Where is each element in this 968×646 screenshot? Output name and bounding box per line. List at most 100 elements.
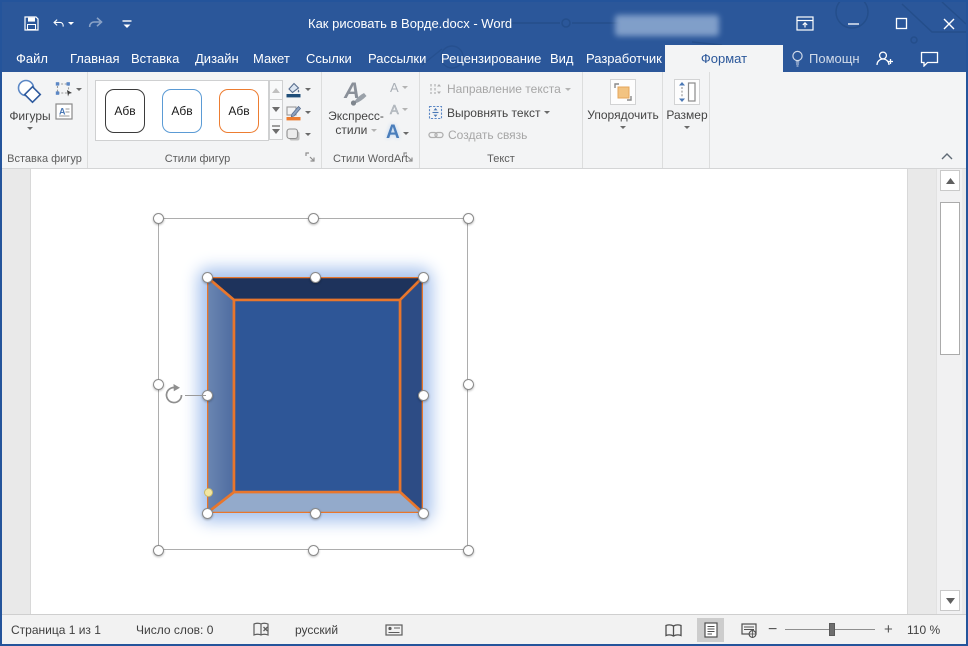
vertical-scrollbar[interactable]: [936, 169, 962, 614]
group-label-text: Текст: [487, 153, 515, 165]
edit-shape-button[interactable]: [55, 81, 82, 97]
print-layout-icon[interactable]: [697, 618, 724, 642]
shape-handle-bottom-right[interactable]: [418, 508, 429, 519]
tab-mailings[interactable]: Рассылки: [368, 45, 426, 72]
redo-icon[interactable]: [84, 13, 106, 35]
customize-qat-icon[interactable]: [116, 13, 138, 35]
arrange-caret: [620, 126, 626, 129]
read-mode-icon[interactable]: [660, 618, 687, 642]
selected-bevel-shape[interactable]: [207, 277, 423, 513]
shape-handle-top-mid[interactable]: [310, 272, 321, 283]
shape-style-gallery: Абв Абв Абв: [95, 80, 269, 141]
create-link-button[interactable]: Создать связь: [428, 128, 527, 142]
tab-developer[interactable]: Разработчик: [586, 45, 662, 72]
text-outline-caret: [401, 108, 408, 111]
ribbon-display-options-icon[interactable]: [794, 13, 816, 35]
maximize-icon[interactable]: [890, 13, 912, 35]
text-fill-caret: [401, 86, 408, 89]
collapse-ribbon-icon[interactable]: [940, 150, 954, 164]
text-outline-button[interactable]: A: [390, 102, 408, 117]
web-layout-icon[interactable]: [735, 618, 762, 642]
canvas-handle-mid-right[interactable]: [463, 379, 474, 390]
text-direction-caret: [564, 87, 571, 91]
canvas-handle-bottom-left[interactable]: [153, 545, 164, 556]
undo-icon[interactable]: [52, 13, 74, 35]
canvas-handle-bottom-right[interactable]: [463, 545, 474, 556]
page-indicator[interactable]: Страница 1 из 1: [11, 615, 101, 644]
rotation-handle-icon[interactable]: [161, 382, 187, 408]
shapes-button[interactable]: Фигуры: [8, 78, 52, 130]
shape-outline-button[interactable]: [285, 104, 311, 121]
tab-insert[interactable]: Вставка: [131, 45, 179, 72]
tab-view[interactable]: Вид: [550, 45, 574, 72]
group-wordart-styles: А Экспресс- стили A A А Стили WordArt: [322, 72, 420, 168]
rotation-handle-line: [185, 395, 206, 396]
text-direction-icon: [430, 84, 441, 94]
shape-handle-top-right[interactable]: [418, 272, 429, 283]
text-fill-button[interactable]: A: [390, 80, 408, 95]
shape-fill-button[interactable]: [285, 81, 311, 98]
shape-handle-mid-right[interactable]: [418, 390, 429, 401]
link-icon: [428, 131, 444, 139]
gallery-scroll: [269, 80, 283, 140]
gallery-scroll-down-icon[interactable]: [269, 100, 283, 120]
close-icon[interactable]: [938, 13, 960, 35]
quick-styles-button[interactable]: А Экспресс- стили: [328, 78, 384, 137]
shapes-icon: [17, 79, 42, 104]
text-direction-label: Направление текста: [447, 82, 561, 96]
text-direction-button[interactable]: Направление текста: [428, 82, 571, 96]
undo-dropdown-caret[interactable]: [68, 22, 74, 25]
zoom-in-button[interactable]: +: [884, 615, 893, 644]
tab-references[interactable]: Ссылки: [306, 45, 352, 72]
comments-button[interactable]: [920, 45, 939, 72]
canvas-handle-top-right[interactable]: [463, 213, 474, 224]
scroll-down-icon[interactable]: [940, 590, 960, 611]
zoom-level[interactable]: 110 %: [907, 615, 940, 644]
shape-effects-icon: [286, 128, 300, 141]
scroll-up-icon[interactable]: [940, 170, 960, 191]
text-effects-button[interactable]: А: [386, 122, 409, 144]
tab-file[interactable]: Файл: [16, 45, 48, 72]
shape-handle-top-left[interactable]: [202, 272, 213, 283]
align-text-icon: [428, 105, 443, 120]
shape-handle-bottom-left[interactable]: [202, 508, 213, 519]
arrange-label: Упорядочить: [587, 108, 659, 122]
tab-layout[interactable]: Макет: [253, 45, 290, 72]
shape-style-option-3[interactable]: Абв: [219, 88, 259, 133]
tab-format-active[interactable]: Формат: [665, 45, 783, 72]
zoom-out-button[interactable]: −: [768, 615, 777, 644]
language-indicator[interactable]: русский: [295, 615, 338, 644]
canvas-handle-top-left[interactable]: [153, 213, 164, 224]
proofing-errors-icon[interactable]: [252, 615, 270, 644]
save-icon[interactable]: [20, 13, 42, 35]
shape-adjust-handle[interactable]: [204, 488, 213, 497]
word-count[interactable]: Число слов: 0: [136, 615, 213, 644]
canvas-handle-top-mid[interactable]: [308, 213, 319, 224]
lightbulb-icon: [792, 50, 803, 67]
tab-design[interactable]: Дизайн: [195, 45, 239, 72]
shape-effects-button[interactable]: [285, 127, 311, 142]
canvas-handle-bottom-mid[interactable]: [308, 545, 319, 556]
quick-styles-label-1: Экспресс-: [328, 109, 384, 123]
shape-fill-icon: [286, 82, 301, 98]
group-label-insert-shapes: Вставка фигур: [7, 153, 82, 165]
titlebar: Как рисовать в Ворде.docx - Word: [2, 2, 966, 45]
size-button[interactable]: Размер: [665, 79, 709, 129]
tab-home[interactable]: Главная: [70, 45, 119, 72]
scrollbar-thumb[interactable]: [940, 202, 960, 355]
tab-review[interactable]: Рецензирование: [441, 45, 541, 72]
zoom-slider-thumb[interactable]: [829, 623, 835, 636]
text-box-button[interactable]: A: [55, 103, 73, 120]
wordart-quick-styles-icon: А: [343, 78, 367, 106]
shape-style-option-2[interactable]: Абв: [162, 88, 202, 133]
shape-handle-bottom-mid[interactable]: [310, 508, 321, 519]
share-button[interactable]: [875, 45, 894, 72]
shape-style-option-1[interactable]: Абв: [105, 88, 145, 133]
input-indicator-icon[interactable]: [385, 615, 403, 644]
gallery-more-icon[interactable]: [269, 120, 283, 140]
gallery-scroll-up-icon[interactable]: [269, 80, 283, 100]
arrange-button[interactable]: Упорядочить: [587, 79, 659, 129]
minimize-icon[interactable]: [842, 13, 864, 35]
tell-me-control[interactable]: Помощн: [791, 45, 860, 72]
align-text-button[interactable]: Выровнять текст: [428, 105, 551, 120]
